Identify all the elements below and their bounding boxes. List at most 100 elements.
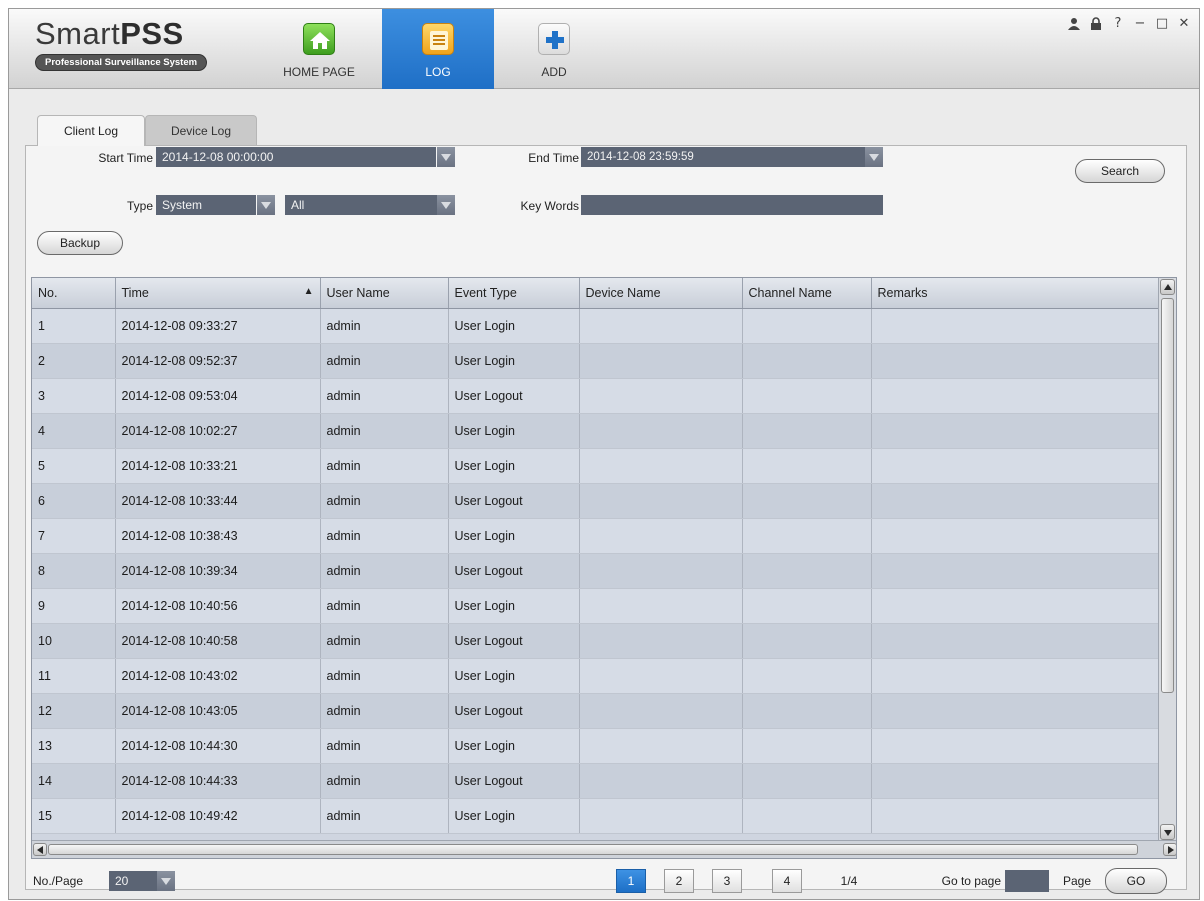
- cell-device-name: [579, 553, 743, 589]
- search-button[interactable]: Search: [1075, 159, 1165, 183]
- cell-event-type: User Logout: [448, 378, 580, 414]
- per-page-dropdown-icon[interactable]: [157, 871, 175, 891]
- cell-user-name: admin: [320, 308, 449, 344]
- cell-no: 5: [32, 448, 116, 484]
- page-2-button[interactable]: 2: [664, 869, 694, 893]
- vertical-scroll-thumb[interactable]: [1161, 298, 1174, 693]
- user-icon[interactable]: [1065, 15, 1083, 33]
- scroll-right-icon[interactable]: [1163, 843, 1176, 856]
- cell-user-name: admin: [320, 378, 449, 414]
- col-header-time[interactable]: Time ▲: [115, 278, 321, 309]
- horizontal-scroll-thumb[interactable]: [48, 844, 1138, 855]
- scroll-left-icon[interactable]: [33, 843, 47, 856]
- col-header-user-name[interactable]: User Name: [320, 278, 449, 309]
- maximize-icon[interactable]: □: [1153, 15, 1171, 33]
- table-row[interactable]: 15 2014-12-08 10:49:42 admin User Login: [32, 798, 1161, 834]
- cell-no: 10: [32, 623, 116, 659]
- page-1-button[interactable]: 1: [616, 869, 646, 893]
- cell-time: 2014-12-08 09:53:04: [115, 378, 321, 414]
- start-time-dropdown-icon[interactable]: [437, 147, 455, 167]
- cell-channel-name: [742, 413, 872, 449]
- subtype-dropdown-icon[interactable]: [437, 195, 455, 215]
- horizontal-scrollbar[interactable]: [32, 840, 1176, 858]
- type-dropdown-icon[interactable]: [257, 195, 275, 215]
- tab-device-log[interactable]: Device Log: [145, 115, 257, 145]
- lock-icon[interactable]: [1087, 15, 1105, 33]
- app-name: SmartPSS: [35, 16, 184, 51]
- tab-client-log[interactable]: Client Log: [37, 115, 145, 146]
- start-time-field[interactable]: 2014-12-08 00:00:00: [156, 147, 436, 167]
- table-row[interactable]: 13 2014-12-08 10:44:30 admin User Login: [32, 728, 1161, 764]
- table-row[interactable]: 12 2014-12-08 10:43:05 admin User Logout: [32, 693, 1161, 729]
- nav-add[interactable]: ADD: [514, 9, 594, 89]
- go-button[interactable]: GO: [1105, 868, 1167, 894]
- cell-device-name: [579, 378, 743, 414]
- table-row[interactable]: 1 2014-12-08 09:33:27 admin User Login: [32, 308, 1161, 344]
- app-tagline: Professional Surveillance System: [35, 54, 208, 71]
- col-header-remarks[interactable]: Remarks: [871, 278, 1161, 309]
- cell-no: 3: [32, 378, 116, 414]
- scroll-up-icon[interactable]: [1160, 279, 1175, 295]
- minimize-icon[interactable]: −: [1131, 15, 1149, 33]
- start-time-label: Start Time: [98, 151, 153, 165]
- cell-user-name: admin: [320, 763, 449, 799]
- page-3-button[interactable]: 3: [712, 869, 742, 893]
- col-header-event-type[interactable]: Event Type: [448, 278, 580, 309]
- cell-time: 2014-12-08 10:33:21: [115, 448, 321, 484]
- table-row[interactable]: 5 2014-12-08 10:33:21 admin User Login: [32, 448, 1161, 484]
- end-time-dropdown-icon[interactable]: [865, 147, 883, 167]
- table-body: 1 2014-12-08 09:33:27 admin User Login 2 2014…: [32, 308, 1161, 834]
- table-row[interactable]: 8 2014-12-08 10:39:34 admin User Logout: [32, 553, 1161, 589]
- cell-no: 15: [32, 798, 116, 834]
- cell-time: 2014-12-08 10:38:43: [115, 518, 321, 554]
- cell-time: 2014-12-08 09:52:37: [115, 343, 321, 379]
- scroll-down-icon[interactable]: [1160, 824, 1175, 840]
- col-header-channel-name[interactable]: Channel Name: [742, 278, 872, 309]
- cell-event-type: User Login: [448, 658, 580, 694]
- table-row[interactable]: 4 2014-12-08 10:02:27 admin User Login: [32, 413, 1161, 449]
- cell-remarks: [871, 658, 1161, 694]
- goto-page-input[interactable]: [1005, 870, 1049, 892]
- col-header-no[interactable]: No.: [32, 278, 116, 309]
- cell-remarks: [871, 798, 1161, 834]
- cell-event-type: User Logout: [448, 553, 580, 589]
- end-time-field[interactable]: 2014-12-08 23:59:59: [581, 147, 865, 167]
- cell-channel-name: [742, 623, 872, 659]
- cell-event-type: User Logout: [448, 763, 580, 799]
- per-page-label: No./Page: [33, 874, 84, 888]
- col-header-time-label: Time: [121, 285, 149, 300]
- vertical-scrollbar[interactable]: [1158, 278, 1176, 841]
- nav-home-page[interactable]: HOME PAGE: [271, 9, 367, 89]
- subtype-select[interactable]: All: [285, 195, 437, 215]
- cell-channel-name: [742, 728, 872, 764]
- close-icon[interactable]: ✕: [1175, 15, 1193, 33]
- type-select[interactable]: System: [156, 195, 256, 215]
- table-row[interactable]: 11 2014-12-08 10:43:02 admin User Login: [32, 658, 1161, 694]
- cell-channel-name: [742, 308, 872, 344]
- cell-event-type: User Login: [448, 413, 580, 449]
- table-row[interactable]: 10 2014-12-08 10:40:58 admin User Logout: [32, 623, 1161, 659]
- table-row[interactable]: 7 2014-12-08 10:38:43 admin User Login: [32, 518, 1161, 554]
- cell-device-name: [579, 448, 743, 484]
- table-row[interactable]: 6 2014-12-08 10:33:44 admin User Logout: [32, 483, 1161, 519]
- cell-remarks: [871, 483, 1161, 519]
- log-list-icon: [422, 23, 454, 55]
- cell-device-name: [579, 693, 743, 729]
- cell-user-name: admin: [320, 728, 449, 764]
- cell-remarks: [871, 343, 1161, 379]
- per-page-select[interactable]: 20: [109, 871, 157, 891]
- help-icon[interactable]: ?: [1109, 15, 1127, 33]
- table-row[interactable]: 9 2014-12-08 10:40:56 admin User Login: [32, 588, 1161, 624]
- home-icon: [303, 23, 335, 55]
- table-row[interactable]: 3 2014-12-08 09:53:04 admin User Logout: [32, 378, 1161, 414]
- table-row[interactable]: 14 2014-12-08 10:44:33 admin User Logout: [32, 763, 1161, 799]
- goto-page-label: Go to page: [941, 874, 1001, 888]
- backup-button[interactable]: Backup: [37, 231, 123, 255]
- cell-device-name: [579, 623, 743, 659]
- keywords-input[interactable]: [581, 195, 883, 215]
- table-row[interactable]: 2 2014-12-08 09:52:37 admin User Login: [32, 343, 1161, 379]
- cell-time: 2014-12-08 10:33:44: [115, 483, 321, 519]
- col-header-device-name[interactable]: Device Name: [579, 278, 743, 309]
- nav-log[interactable]: LOG: [382, 9, 494, 89]
- page-4-button[interactable]: 4: [772, 869, 802, 893]
